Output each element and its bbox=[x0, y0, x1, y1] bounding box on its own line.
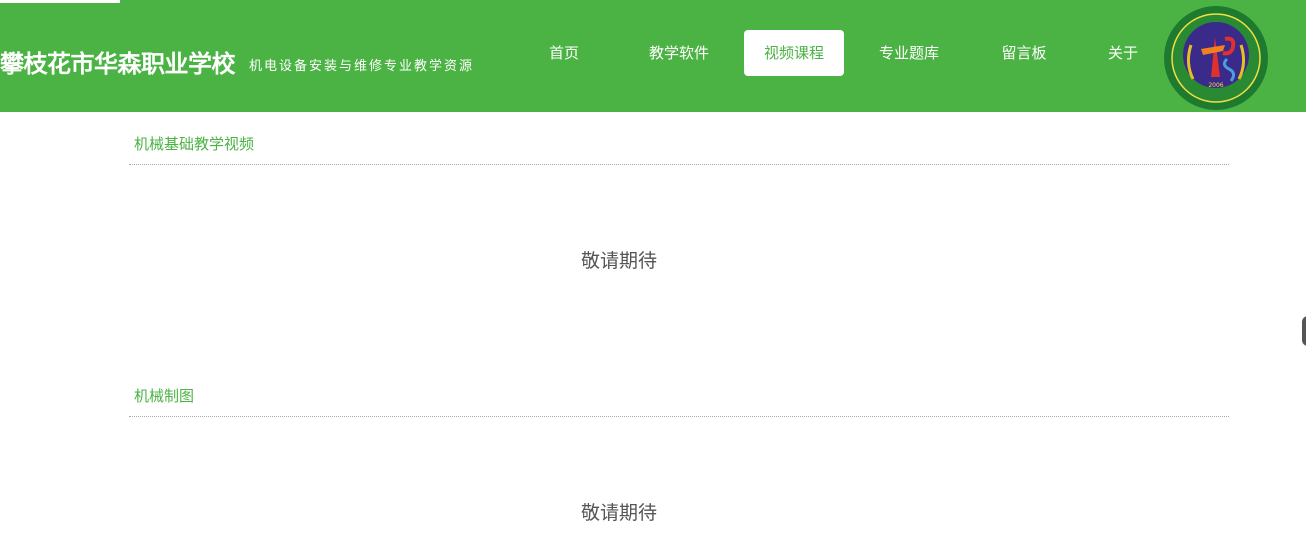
nav-item-question-bank[interactable]: 专业题库 bbox=[859, 30, 959, 76]
section-divider bbox=[129, 164, 1229, 165]
coming-soon-text: 敬请期待 bbox=[580, 502, 657, 524]
nav-item-home[interactable]: 首页 bbox=[514, 30, 614, 76]
site-title: 攀枝花市华森职业学校 bbox=[0, 50, 236, 78]
section-divider bbox=[129, 416, 1229, 417]
nav-item-teaching-software[interactable]: 教学软件 bbox=[629, 30, 729, 76]
site-header: 攀枝花市华森职业学校 机电设备安装与维修专业教学资源 首页 教学软件 视频课程 … bbox=[0, 0, 1306, 112]
top-accent-strip bbox=[0, 0, 120, 3]
site-subtitle: 机电设备安装与维修专业教学资源 bbox=[249, 59, 475, 74]
logo-year: 2006 bbox=[1208, 82, 1223, 89]
nav-item-video-courses[interactable]: 视频课程 bbox=[744, 30, 844, 76]
section-title-mechanical-basics[interactable]: 机械基础教学视频 bbox=[134, 133, 254, 154]
section-title-mechanical-drawing[interactable]: 机械制图 bbox=[134, 385, 194, 406]
nav-item-about[interactable]: 关于 bbox=[1073, 30, 1173, 76]
school-emblem-logo[interactable]: 2006 bbox=[1163, 5, 1269, 111]
side-float-tab[interactable] bbox=[1302, 316, 1306, 346]
coming-soon-text: 敬请期待 bbox=[580, 250, 657, 272]
nav-item-message-board[interactable]: 留言板 bbox=[974, 30, 1074, 76]
